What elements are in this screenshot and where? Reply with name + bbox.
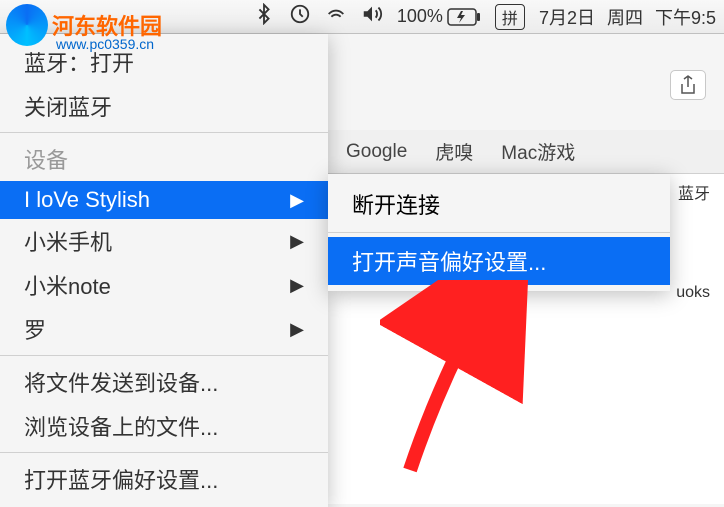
- bluetooth-menu: 蓝牙：打开 关闭蓝牙 设备 I loVe Stylish ▶ 小米手机 ▶ 小米…: [0, 34, 328, 507]
- input-method-indicator[interactable]: 拼: [495, 4, 525, 30]
- content-text-bluetooth: 蓝牙: [678, 180, 710, 204]
- menubar-date: 7月2日: [539, 4, 595, 30]
- chevron-right-icon: ▶: [290, 319, 304, 340]
- bluetooth-status: 蓝牙：打开: [0, 40, 328, 84]
- device-name: 小米note: [24, 269, 111, 301]
- clock-icon[interactable]: [289, 3, 311, 30]
- toggle-bluetooth-off[interactable]: 关闭蓝牙: [0, 84, 328, 128]
- devices-header: 设备: [0, 137, 328, 181]
- watermark-logo: [6, 4, 48, 46]
- open-bluetooth-prefs[interactable]: 打开蓝牙偏好设置...: [0, 457, 328, 501]
- bookmark-google[interactable]: Google: [346, 141, 407, 163]
- device-item-luo[interactable]: 罗 ▶: [0, 307, 328, 351]
- menu-separator: [0, 132, 328, 133]
- bookmarks-bar: Google 虎嗅 Mac游戏: [328, 130, 724, 174]
- open-sound-prefs[interactable]: 打开声音偏好设置...: [328, 237, 670, 285]
- device-name: I loVe Stylish: [24, 187, 150, 213]
- device-item-xiaomi-phone[interactable]: 小米手机 ▶: [0, 219, 328, 263]
- device-submenu: 断开连接 打开声音偏好设置...: [328, 174, 670, 291]
- bookmark-huxiu[interactable]: 虎嗅: [435, 138, 473, 165]
- bookmark-macgames[interactable]: Mac游戏: [501, 138, 575, 165]
- menubar-time: 下午9:5: [655, 4, 716, 30]
- chevron-right-icon: ▶: [290, 190, 304, 211]
- menu-separator: [328, 232, 670, 233]
- disconnect-device[interactable]: 断开连接: [328, 180, 670, 228]
- chevron-right-icon: ▶: [290, 275, 304, 296]
- battery-status[interactable]: 100%: [397, 6, 481, 27]
- device-item-stylish[interactable]: I loVe Stylish ▶: [0, 181, 328, 219]
- battery-percent: 100%: [397, 6, 443, 27]
- device-name: 罗: [24, 313, 46, 345]
- watermark: 河东软件园 www.pc0359.cn: [6, 4, 162, 46]
- menubar-weekday: 周四: [607, 4, 643, 30]
- chevron-right-icon: ▶: [290, 231, 304, 252]
- menu-separator: [0, 452, 328, 453]
- volume-icon[interactable]: [361, 3, 383, 30]
- share-button[interactable]: [670, 70, 706, 100]
- wifi-icon[interactable]: [325, 3, 347, 30]
- browse-device-files[interactable]: 浏览设备上的文件...: [0, 404, 328, 448]
- device-item-xiaomi-note[interactable]: 小米note ▶: [0, 263, 328, 307]
- content-text-uoks: uoks: [676, 284, 710, 302]
- device-name: 小米手机: [24, 225, 112, 257]
- date-time[interactable]: 7月2日 周四 下午9:5: [539, 4, 716, 30]
- menu-separator: [0, 355, 328, 356]
- bluetooth-icon[interactable]: [253, 3, 275, 30]
- watermark-url: www.pc0359.cn: [56, 36, 154, 52]
- send-file-to-device[interactable]: 将文件发送到设备...: [0, 360, 328, 404]
